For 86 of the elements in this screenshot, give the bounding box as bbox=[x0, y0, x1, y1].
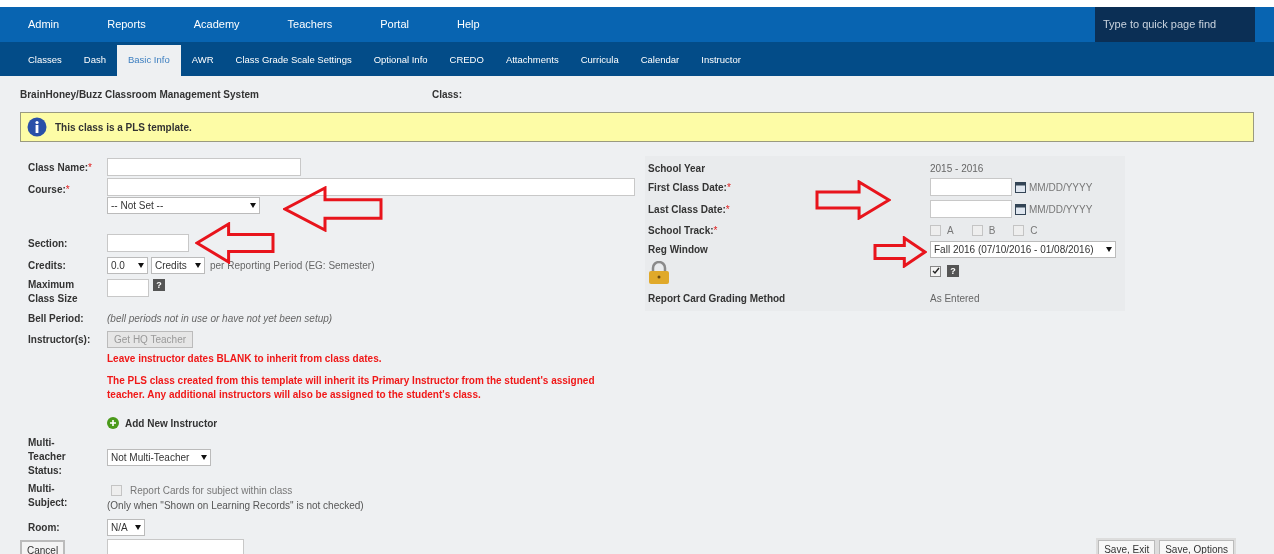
text-field[interactable] bbox=[107, 539, 244, 554]
text-field[interactable] bbox=[107, 158, 301, 176]
checkbox-label: Report Cards for subject within class bbox=[130, 484, 293, 498]
tab[interactable]: Curricula bbox=[569, 45, 630, 76]
date-format-hint: MM/DD/YYYY bbox=[1029, 202, 1093, 217]
add-instructor-link[interactable]: Add New Instructor bbox=[125, 415, 218, 431]
menu-item[interactable]: Portal bbox=[380, 16, 409, 33]
menu-item[interactable]: Admin bbox=[28, 16, 60, 33]
text-field[interactable] bbox=[930, 200, 1012, 218]
tab[interactable]: Attachments bbox=[494, 45, 570, 76]
checkbox[interactable] bbox=[930, 224, 941, 236]
caret-icon bbox=[135, 524, 141, 530]
dropdown[interactable]: Credits bbox=[151, 256, 205, 274]
bell-period-note: (bell periods not in use or have not yet been setup) bbox=[107, 311, 333, 326]
lock-icon bbox=[648, 261, 670, 285]
field-label: Maximum Class Size bbox=[28, 278, 79, 306]
tab[interactable]: Calendar bbox=[629, 45, 691, 76]
date-format-hint: MM/DD/YYYY bbox=[1029, 180, 1093, 195]
tab[interactable]: AWR bbox=[180, 45, 225, 76]
checkbox[interactable] bbox=[111, 485, 122, 496]
track-option-label: C bbox=[1030, 223, 1038, 238]
save-button[interactable]: Save, Options bbox=[1159, 540, 1234, 554]
warning-text: Leave instructor dates BLANK to inherit from class dates. bbox=[107, 352, 383, 366]
caret-icon bbox=[1106, 246, 1112, 252]
dropdown[interactable]: Not Multi-Teacher bbox=[107, 448, 211, 466]
field-label: Course:* bbox=[28, 184, 70, 195]
caret-icon bbox=[138, 262, 144, 268]
cancel-button[interactable]: Cancel bbox=[20, 540, 66, 554]
track-option-label: B bbox=[988, 223, 996, 238]
text-field[interactable] bbox=[107, 178, 635, 196]
menu-item[interactable]: Teachers bbox=[287, 16, 333, 33]
info-icon bbox=[27, 117, 47, 137]
tab[interactable]: Basic Info bbox=[117, 45, 181, 76]
field-label: School Year bbox=[648, 162, 706, 174]
menu-item[interactable]: Academy bbox=[193, 16, 240, 33]
class-label: Class: bbox=[432, 87, 462, 102]
dropdown[interactable]: 0.0 bbox=[107, 256, 148, 274]
track-option-label: A bbox=[947, 223, 954, 238]
multi-subject-note: (Only when "Shown on Learning Records" is not checked) bbox=[107, 499, 364, 513]
menu-item[interactable]: Reports bbox=[107, 16, 146, 33]
field-label: Bell Period: bbox=[28, 312, 84, 324]
calendar-icon[interactable] bbox=[1015, 181, 1026, 193]
tab[interactable]: Instructor bbox=[690, 45, 752, 76]
save-button[interactable]: Save, Exit bbox=[1098, 540, 1156, 554]
field-label: Instructor(s): bbox=[28, 333, 91, 345]
page-title: BrainHoney/Buzz Classroom Management System bbox=[20, 87, 260, 102]
caret-icon bbox=[250, 203, 256, 208]
info-text: The PLS class created from this template will inherit its Primary Instructor from the student's assigned teacher. Any additional instructors will also be assigned to the student's class. bbox=[107, 374, 596, 402]
tab[interactable]: CREDO bbox=[438, 45, 495, 76]
menu-item[interactable]: Help bbox=[456, 16, 480, 33]
field-label: Multi-Subject: bbox=[28, 482, 69, 510]
field-label: Room: bbox=[28, 521, 60, 533]
text-field[interactable] bbox=[107, 279, 149, 297]
quick-find-field[interactable]: Type to quick page find bbox=[1095, 7, 1255, 42]
dropdown[interactable]: N/A bbox=[107, 518, 145, 536]
field-label: Last Class Date:* bbox=[648, 203, 730, 215]
field-label: Multi-Teacher Status: bbox=[28, 436, 67, 478]
caret-icon bbox=[195, 262, 201, 268]
dropdown[interactable]: Fall 2016 (07/10/2016 - 01/08/2016) bbox=[930, 240, 1116, 258]
field-label: Credits: bbox=[28, 259, 66, 271]
field-label: Report Card Grading Method bbox=[648, 292, 786, 304]
text-field[interactable] bbox=[930, 178, 1012, 196]
caret-icon bbox=[201, 454, 207, 460]
help-icon[interactable]: ? bbox=[153, 279, 165, 291]
calendar-icon[interactable] bbox=[1015, 203, 1026, 215]
tab[interactable]: Class Grade Scale Settings bbox=[224, 45, 363, 76]
grading-value: As Entered bbox=[930, 291, 980, 306]
dropdown[interactable]: -- Not Set -- bbox=[107, 197, 260, 214]
notice-text: This class is a PLS template. bbox=[55, 120, 192, 135]
field-label: Reg Window bbox=[648, 243, 708, 255]
help-icon[interactable]: ? bbox=[947, 265, 959, 277]
field-label: Class Name:* bbox=[28, 161, 92, 173]
field-label: School Track:* bbox=[648, 224, 718, 236]
arrow-annotation bbox=[873, 236, 927, 268]
tab[interactable]: Dash bbox=[72, 45, 117, 76]
field-label: Section: bbox=[28, 237, 68, 249]
school-year-value: 2015 - 2016 bbox=[930, 161, 984, 176]
add-icon[interactable] bbox=[107, 417, 119, 429]
checkbox[interactable] bbox=[971, 224, 983, 236]
field-label: First Class Date:* bbox=[648, 181, 731, 193]
tab[interactable]: Classes bbox=[17, 45, 73, 76]
checkbox[interactable] bbox=[930, 265, 941, 277]
text-field[interactable] bbox=[107, 234, 189, 252]
credits-note: per Reporting Period (EG: Semester) bbox=[210, 258, 375, 273]
tab[interactable]: Optional Info bbox=[362, 45, 439, 76]
checkbox[interactable] bbox=[1013, 224, 1025, 236]
